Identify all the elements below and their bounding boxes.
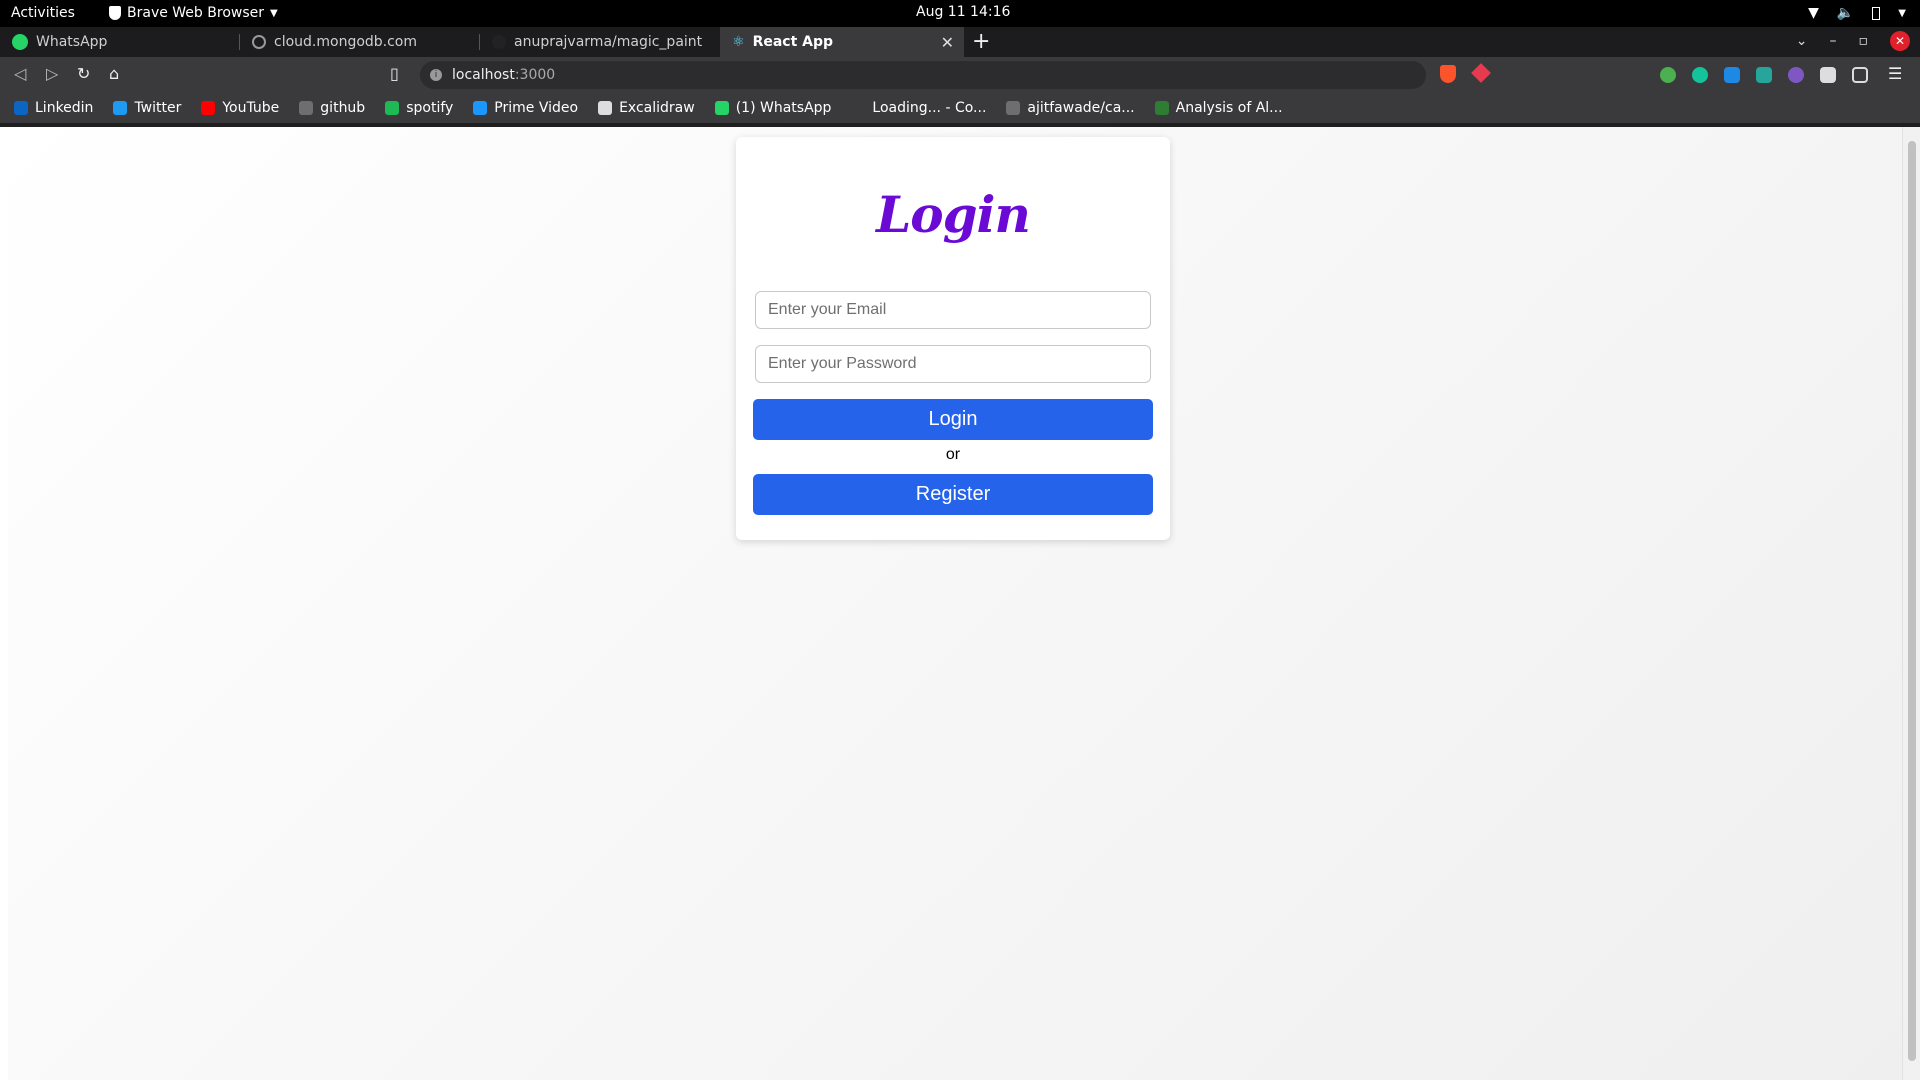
register-button[interactable]: Register xyxy=(753,474,1153,515)
activities-button[interactable]: Activities xyxy=(11,5,75,21)
home-icon[interactable]: ⌂ xyxy=(109,64,119,83)
bookmark-label: (1) WhatsApp xyxy=(735,100,832,116)
or-divider-text: or xyxy=(945,446,961,463)
menu-icon[interactable]: ☰ xyxy=(1888,64,1902,83)
github-icon xyxy=(1006,101,1021,115)
brave-rewards-icon[interactable] xyxy=(1471,63,1491,83)
bookmark-label: spotify xyxy=(406,100,454,116)
bookmark-item[interactable]: Prime Video xyxy=(473,100,578,116)
back-icon[interactable]: ◁ xyxy=(14,64,26,83)
reload-icon[interactable]: ↻ xyxy=(77,64,90,83)
login-card: Login Login or Register xyxy=(736,137,1170,540)
window-controls: ⌄ – ▫ ✕ xyxy=(1796,31,1910,51)
extension-blue-icon[interactable] xyxy=(1724,67,1740,83)
forward-icon[interactable]: ▷ xyxy=(46,64,58,83)
wifi-icon: ▼ xyxy=(1808,5,1819,21)
window-close-icon[interactable]: ✕ xyxy=(1890,31,1910,51)
url-port: :3000 xyxy=(514,67,556,83)
excalidraw-icon xyxy=(598,101,613,115)
system-top-bar: Activities Brave Web Browser ▼ Aug 11 14… xyxy=(0,0,1920,27)
bookmark-label: Analysis of Al... xyxy=(1175,100,1283,116)
bookmark-item[interactable]: github xyxy=(299,100,365,116)
app-menu[interactable]: Brave Web Browser ▼ xyxy=(109,5,278,21)
whatsapp-icon xyxy=(714,101,729,115)
prime-video-icon xyxy=(473,101,488,115)
chevron-down-icon: ▼ xyxy=(270,7,278,19)
url-host: localhost xyxy=(452,67,515,83)
linkedin-icon xyxy=(14,101,28,115)
bookmark-label: github xyxy=(320,100,366,116)
bookmark-item[interactable]: Loading... - Co... xyxy=(851,100,986,116)
restore-icon[interactable]: ▫ xyxy=(1859,33,1869,49)
bookmark-label: Loading... - Co... xyxy=(872,100,987,116)
tab-label: WhatsApp xyxy=(36,34,108,50)
bookmark-item[interactable]: ajitfawade/ca... xyxy=(1006,100,1135,116)
brave-logo-icon xyxy=(109,6,121,20)
link-icon xyxy=(1154,101,1169,115)
bookmark-label: Linkedin xyxy=(35,100,94,116)
bookmark-item[interactable]: YouTube xyxy=(201,100,279,116)
browser-toolbar: ◁ ▷ ↻ ⌂ ▯ i localhost:3000 ☰ xyxy=(0,57,1920,93)
twitter-icon xyxy=(113,101,128,115)
tab-label: anuprajvarma/magic_paint xyxy=(514,34,703,50)
react-icon: ⚛ xyxy=(732,34,745,50)
close-tab-icon[interactable]: ✕ xyxy=(941,33,954,52)
spotify-icon xyxy=(385,101,400,115)
login-button[interactable]: Login xyxy=(753,399,1153,440)
tab-label: cloud.mongodb.com xyxy=(274,34,418,50)
bookmark-item[interactable]: Analysis of Al... xyxy=(1154,100,1283,116)
extension-check-icon[interactable] xyxy=(1788,67,1804,83)
login-title: Login xyxy=(876,185,1031,244)
bookmark-item[interactable]: (1) WhatsApp xyxy=(714,100,832,116)
app-menu-label: Brave Web Browser xyxy=(127,5,264,21)
bookmarks-bar: Linkedin Twitter YouTube github spotify Prime… xyxy=(0,93,1920,123)
new-tab-button[interactable]: + xyxy=(972,29,990,54)
bookmark-item[interactable]: Linkedin xyxy=(14,100,93,116)
bookmark-item[interactable]: Excalidraw xyxy=(598,100,695,116)
tab-github-magic-paint[interactable]: anuprajvarma/magic_paint xyxy=(480,27,720,57)
whatsapp-icon xyxy=(12,34,28,50)
extensions-puzzle-icon[interactable] xyxy=(1820,67,1836,83)
bookmark-label: YouTube xyxy=(222,100,280,116)
scrollbar-thumb[interactable] xyxy=(1908,141,1916,1061)
system-tray[interactable]: ▼ 🔈 ▼ xyxy=(1808,5,1906,21)
battery-icon xyxy=(1872,6,1881,20)
bookmark-label: ajitfawade/ca... xyxy=(1027,100,1135,116)
github-icon xyxy=(299,101,314,115)
bookmark-label: Twitter xyxy=(134,100,182,116)
grammarly-icon[interactable] xyxy=(1692,67,1708,83)
tab-search-icon[interactable]: ⌄ xyxy=(1796,33,1808,49)
brave-shields-icon[interactable] xyxy=(1440,65,1456,83)
youtube-icon xyxy=(201,101,216,115)
bookmark-label: Excalidraw xyxy=(619,100,695,116)
address-bar[interactable]: i localhost:3000 xyxy=(420,61,1426,89)
tab-whatsapp[interactable]: WhatsApp xyxy=(0,27,240,57)
page-scrollbar[interactable] xyxy=(1902,127,1920,1080)
bookmark-item[interactable]: Twitter xyxy=(113,100,181,116)
chevron-down-icon: ▼ xyxy=(1898,7,1906,19)
bookmark-icon[interactable]: ▯ xyxy=(390,64,399,83)
volume-icon: 🔈 xyxy=(1836,5,1855,21)
tab-mongodb[interactable]: cloud.mongodb.com xyxy=(240,27,480,57)
tab-react-app[interactable]: ⚛ React App ✕ xyxy=(720,27,964,57)
tab-strip: WhatsApp cloud.mongodb.com anuprajvarma/… xyxy=(0,27,1920,57)
tab-label: React App xyxy=(752,34,834,50)
extension-add-icon[interactable] xyxy=(1660,67,1676,83)
password-input[interactable] xyxy=(755,345,1151,383)
clock[interactable]: Aug 11 14:16 xyxy=(916,4,1010,20)
minimize-icon[interactable]: – xyxy=(1830,33,1837,49)
wallet-icon[interactable] xyxy=(1852,67,1868,83)
page-icon xyxy=(851,101,866,115)
bookmark-label: Prime Video xyxy=(494,100,579,116)
github-icon xyxy=(492,35,506,49)
globe-icon xyxy=(252,35,266,49)
email-input[interactable] xyxy=(755,291,1151,329)
site-info-icon[interactable]: i xyxy=(430,69,442,81)
extension-e-icon[interactable] xyxy=(1756,67,1772,83)
bookmark-item[interactable]: spotify xyxy=(385,100,453,116)
